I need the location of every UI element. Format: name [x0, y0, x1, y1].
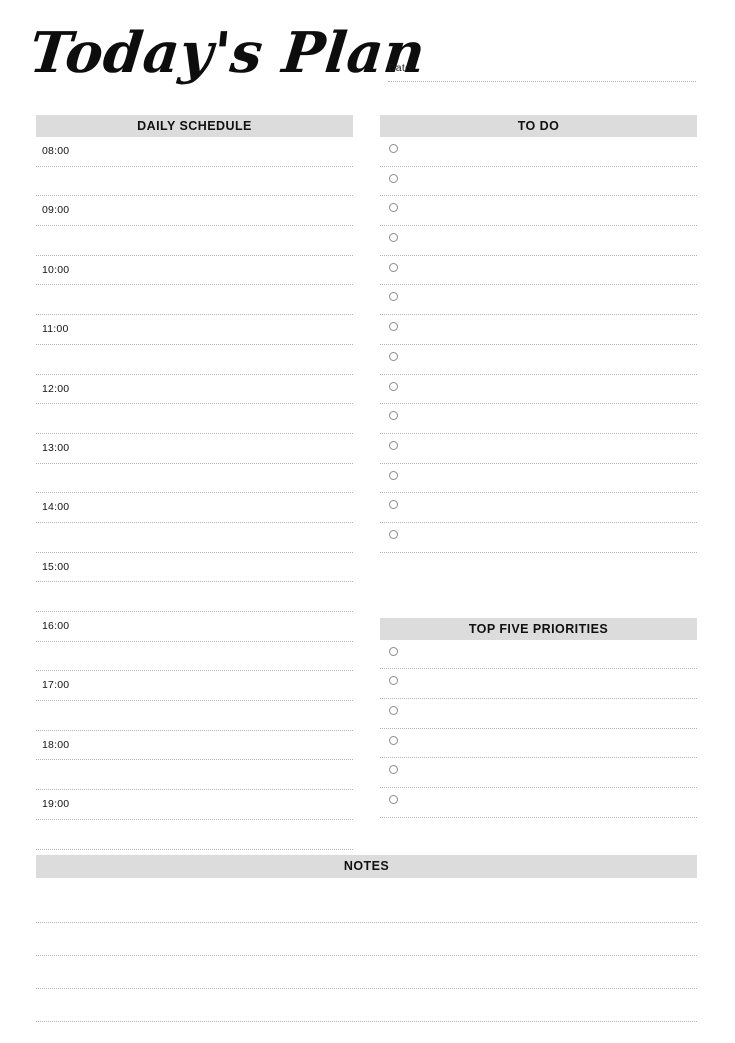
- schedule-row-hour[interactable]: 12:00: [36, 375, 353, 405]
- todo-item[interactable]: [380, 493, 697, 523]
- checkbox-circle-icon[interactable]: [389, 440, 398, 450]
- priority-item[interactable]: [380, 699, 697, 729]
- todo-item[interactable]: [380, 315, 697, 345]
- priorities-block: TOP FIVE PRIORITIES: [380, 617, 697, 818]
- page-header: Today's Plan Date: [0, 0, 735, 108]
- todo-item[interactable]: [380, 285, 697, 316]
- planner-page: Today's Plan Date DAILY SCHEDULE 08:00 09…: [0, 0, 735, 1043]
- schedule-time-label: 15:00: [42, 560, 70, 573]
- schedule-row-hour[interactable]: 15:00: [36, 553, 353, 583]
- checkbox-circle-icon[interactable]: [389, 706, 398, 715]
- schedule-row-hour[interactable]: 09:00: [36, 196, 353, 227]
- schedule-row-half[interactable]: [36, 642, 353, 672]
- schedule-row-hour[interactable]: 13:00: [36, 434, 353, 464]
- schedule-time-label: 09:00: [42, 204, 70, 217]
- schedule-time-label: 13:00: [42, 441, 70, 454]
- schedule-row-half[interactable]: [36, 760, 353, 791]
- schedule-row-hour[interactable]: 08:00: [36, 137, 353, 167]
- checkbox-circle-icon[interactable]: [389, 351, 398, 361]
- checkbox-circle-icon[interactable]: [389, 500, 398, 510]
- page-title: Today's Plan: [26, 20, 429, 86]
- todo-item[interactable]: [380, 226, 697, 256]
- right-column: TO DO TOP FIVE PRIORITIES: [380, 115, 697, 818]
- schedule-time-label: 19:00: [42, 798, 70, 811]
- schedule-row-half[interactable]: [36, 345, 353, 375]
- priority-item[interactable]: [380, 758, 697, 789]
- todo-item[interactable]: [380, 167, 697, 197]
- date-input-line[interactable]: [388, 81, 696, 82]
- priorities-heading: TOP FIVE PRIORITIES: [380, 617, 697, 640]
- schedule-row-half[interactable]: [36, 523, 353, 553]
- checkbox-circle-icon[interactable]: [389, 144, 398, 153]
- schedule-row-hour[interactable]: 17:00: [36, 671, 353, 702]
- notes-line[interactable]: [36, 989, 697, 1022]
- priority-item[interactable]: [380, 640, 697, 670]
- schedule-row-half[interactable]: [36, 404, 353, 434]
- checkbox-circle-icon[interactable]: [389, 676, 398, 686]
- checkbox-circle-icon[interactable]: [389, 470, 398, 480]
- schedule-row-hour[interactable]: 16:00: [36, 612, 353, 642]
- checkbox-circle-icon[interactable]: [389, 233, 398, 243]
- checkbox-circle-icon[interactable]: [389, 735, 398, 745]
- schedule-row-half[interactable]: [36, 582, 353, 612]
- left-column: DAILY SCHEDULE 08:00 09:00 10:00 11:00 12:00…: [36, 115, 353, 850]
- todo-item[interactable]: [380, 375, 697, 405]
- schedule-time-label: 14:00: [42, 501, 70, 514]
- schedule-time-label: 08:00: [42, 145, 70, 157]
- todo-heading: TO DO: [380, 115, 697, 137]
- checkbox-circle-icon[interactable]: [389, 646, 398, 656]
- schedule-time-label: 10:00: [42, 263, 70, 276]
- schedule-row-half[interactable]: [36, 226, 353, 256]
- todo-item[interactable]: [380, 196, 697, 227]
- checkbox-circle-icon[interactable]: [389, 292, 398, 302]
- schedule-row-hour[interactable]: 19:00: [36, 790, 353, 820]
- daily-schedule-heading: DAILY SCHEDULE: [36, 115, 353, 137]
- schedule-row-hour[interactable]: 10:00: [36, 256, 353, 286]
- priority-item[interactable]: [380, 788, 697, 818]
- schedule-row-hour[interactable]: 14:00: [36, 493, 353, 523]
- schedule-time-label: 18:00: [42, 738, 70, 751]
- todo-list: [380, 137, 697, 553]
- checkbox-circle-icon[interactable]: [389, 795, 398, 805]
- schedule-row-half[interactable]: [36, 167, 353, 197]
- todo-item[interactable]: [380, 137, 697, 167]
- notes-line[interactable]: [36, 956, 697, 989]
- notes-heading: NOTES: [36, 855, 697, 878]
- schedule-time-label: 16:00: [42, 620, 70, 632]
- checkbox-circle-icon[interactable]: [389, 262, 398, 272]
- priorities-list: [380, 640, 697, 818]
- checkbox-circle-icon[interactable]: [389, 529, 398, 539]
- schedule-row-hour[interactable]: 11:00: [36, 315, 353, 345]
- todo-item[interactable]: [380, 345, 697, 375]
- todo-item[interactable]: [380, 256, 697, 286]
- schedule-row-half[interactable]: [36, 701, 353, 731]
- todo-item[interactable]: [380, 464, 697, 494]
- notes-line[interactable]: [36, 923, 697, 956]
- todo-item[interactable]: [380, 523, 697, 553]
- notes-line[interactable]: [36, 890, 697, 923]
- todo-item[interactable]: [380, 404, 697, 434]
- priority-item[interactable]: [380, 669, 697, 699]
- checkbox-circle-icon[interactable]: [389, 173, 398, 183]
- schedule-time-label: 12:00: [42, 382, 70, 395]
- checkbox-circle-icon[interactable]: [389, 765, 398, 775]
- schedule-time-label: 17:00: [42, 679, 70, 692]
- checkbox-circle-icon[interactable]: [389, 381, 398, 391]
- schedule-row-half[interactable]: [36, 820, 353, 850]
- date-field-group: Date: [388, 62, 696, 82]
- daily-schedule-list: 08:00 09:00 10:00 11:00 12:00 13:00 14:00 15:00…: [36, 137, 353, 850]
- schedule-row-half[interactable]: [36, 464, 353, 494]
- schedule-time-label: 11:00: [42, 323, 69, 336]
- checkbox-circle-icon[interactable]: [389, 411, 398, 421]
- checkbox-circle-icon[interactable]: [389, 322, 398, 332]
- notes-list: [36, 890, 697, 1022]
- priority-item[interactable]: [380, 729, 697, 759]
- todo-item[interactable]: [380, 434, 697, 464]
- date-label: Date: [388, 62, 411, 74]
- schedule-row-half[interactable]: [36, 285, 353, 316]
- checkbox-circle-icon[interactable]: [389, 203, 398, 213]
- notes-section: NOTES: [36, 855, 697, 1022]
- schedule-row-hour[interactable]: 18:00: [36, 731, 353, 761]
